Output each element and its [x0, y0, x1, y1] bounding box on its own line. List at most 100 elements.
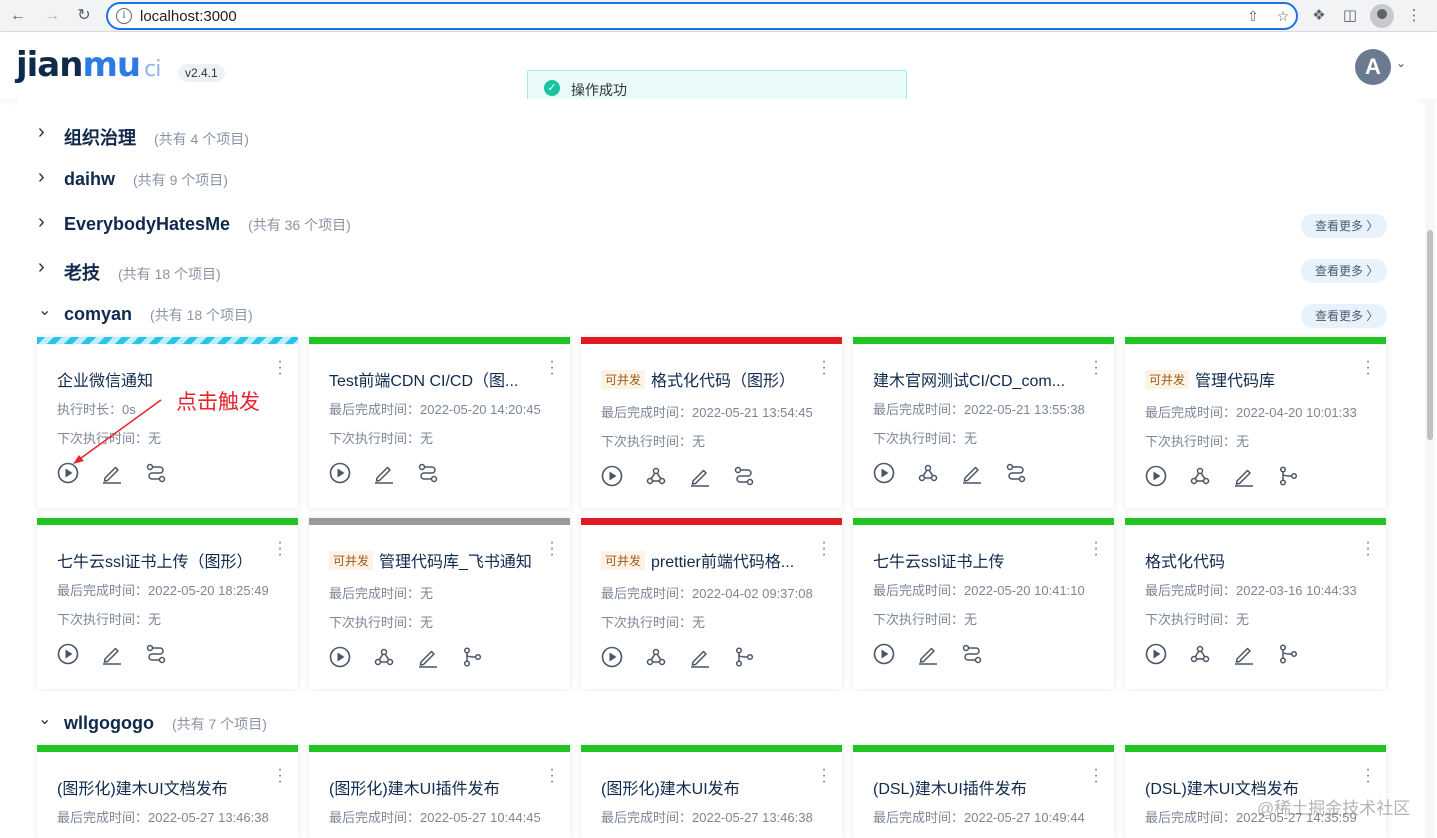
view-more-button[interactable]: 查看更多 〉 [1301, 259, 1387, 283]
webhook-icon[interactable] [373, 646, 395, 668]
card-title[interactable]: 可并发 prettier前端代码格... [601, 548, 811, 572]
pipeline-flow-icon[interactable] [145, 462, 167, 484]
card-title[interactable]: Test前端CDN CI/CD（图... [329, 367, 539, 391]
play-icon[interactable] [1145, 465, 1167, 487]
edit-icon[interactable] [689, 646, 711, 668]
webhook-icon[interactable] [645, 465, 667, 487]
git-branch-icon[interactable] [461, 646, 483, 668]
card-title[interactable]: (图形化)建木UI发布 [601, 775, 811, 799]
edit-icon[interactable] [101, 462, 123, 484]
webhook-icon[interactable] [917, 462, 939, 484]
webhook-icon[interactable] [1189, 465, 1211, 487]
play-icon[interactable] [57, 462, 79, 484]
card-title[interactable]: 建木官网测试CI/CD_com... [873, 367, 1083, 391]
more-options-icon[interactable]: · · · [1093, 762, 1099, 790]
play-icon[interactable] [601, 465, 623, 487]
git-branch-icon[interactable] [1277, 465, 1299, 487]
webhook-icon[interactable] [645, 646, 667, 668]
scrollbar-thumb[interactable] [1427, 230, 1433, 440]
card-title[interactable]: 格式化代码 [1145, 548, 1355, 572]
card-title[interactable]: (DSL)建木UI插件发布 [873, 775, 1083, 799]
more-options-icon[interactable]: · · · [277, 535, 283, 563]
jianmu-logo[interactable]: jianmu ci [16, 45, 161, 85]
project-card[interactable]: (DSL)建木UI文档发布 · · · 最后完成时间：2022-05-27 14:35:… [1125, 745, 1386, 838]
address-bar[interactable]: i localhost:3000 ⇧ ☆ [106, 2, 1298, 30]
card-title[interactable]: (图形化)建木UI文档发布 [57, 775, 267, 799]
avatar[interactable]: A [1355, 49, 1391, 85]
project-card[interactable]: 七牛云ssl证书上传 · · · 最后完成时间：2022-05-20 10:41:10 下… [853, 518, 1114, 689]
project-card[interactable]: 企业微信通知 · · · 执行时长：0s 下次执行时间：无 [37, 337, 298, 508]
play-icon[interactable] [1145, 643, 1167, 665]
view-more-button[interactable]: 查看更多 〉 [1301, 214, 1387, 238]
more-options-icon[interactable]: · · · [821, 762, 827, 790]
menu-dots-icon[interactable]: ⋮ [1403, 5, 1425, 27]
project-card[interactable]: (图形化)建木UI文档发布 · · · 最后完成时间：2022-05-27 13:46:… [37, 745, 298, 838]
project-card[interactable]: (图形化)建木UI发布 · · · 最后完成时间：2022-05-27 13:46:38 [581, 745, 842, 838]
group-name[interactable]: wllgogogo (共有 7 个项目) [64, 713, 267, 734]
side-panel-icon[interactable]: ◫ [1339, 5, 1361, 27]
play-icon[interactable] [601, 646, 623, 668]
more-options-icon[interactable]: · · · [1365, 535, 1371, 563]
pipeline-flow-icon[interactable] [145, 643, 167, 665]
group-row[interactable]: › EverybodyHatesMe (共有 36 个项目) 查看更多 〉 [38, 211, 1388, 240]
edit-icon[interactable] [417, 646, 439, 668]
card-title[interactable]: 可并发 管理代码库_飞书通知 [329, 548, 539, 572]
more-options-icon[interactable]: · · · [277, 354, 283, 382]
chevron-right-icon[interactable]: › [38, 121, 52, 144]
play-icon[interactable] [329, 462, 351, 484]
card-title[interactable]: 可并发 管理代码库 [1145, 367, 1355, 391]
card-title[interactable]: 七牛云ssl证书上传（图形） [57, 548, 267, 572]
forward-icon[interactable]: → [42, 6, 62, 26]
project-card[interactable]: 可并发 管理代码库 · · · 最后完成时间：2022-04-20 10:01:33 下次执… [1125, 337, 1386, 508]
group-row[interactable]: › daihw (共有 9 个项目) [38, 166, 1388, 195]
group-name[interactable]: comyan (共有 18 个项目) [64, 304, 253, 325]
project-card[interactable]: 可并发 prettier前端代码格... · · · 最后完成时间：2022-04-02 … [581, 518, 842, 689]
chevron-right-icon[interactable]: › [38, 256, 52, 279]
play-icon[interactable] [57, 643, 79, 665]
more-options-icon[interactable]: · · · [549, 535, 555, 563]
more-options-icon[interactable]: · · · [549, 762, 555, 790]
git-branch-icon[interactable] [1277, 643, 1299, 665]
reload-icon[interactable]: ↻ [74, 6, 94, 26]
group-name[interactable]: daihw (共有 9 个项目) [64, 169, 228, 190]
project-card[interactable]: Test前端CDN CI/CD（图... · · · 最后完成时间：2022-05-20… [309, 337, 570, 508]
chevron-down-icon[interactable]: ⌄ [1396, 56, 1406, 70]
chevron-down-icon[interactable]: ⌄ [38, 709, 52, 729]
card-title[interactable]: 七牛云ssl证书上传 [873, 548, 1083, 572]
view-more-button[interactable]: 查看更多 〉 [1301, 304, 1387, 328]
project-card[interactable]: 格式化代码 · · · 最后完成时间：2022-03-16 10:44:33 下次执行时间… [1125, 518, 1386, 689]
chevron-down-icon[interactable]: ⌄ [38, 300, 52, 320]
group-row[interactable]: ⌄ wllgogogo (共有 7 个项目) [38, 711, 1388, 739]
more-options-icon[interactable]: · · · [277, 762, 283, 790]
project-card[interactable]: 可并发 管理代码库_飞书通知 · · · 最后完成时间：无 下次执行时间：无 [309, 518, 570, 689]
play-icon[interactable] [329, 646, 351, 668]
group-name[interactable]: 组织治理 (共有 4 个项目) [64, 124, 249, 150]
info-icon[interactable]: i [116, 8, 132, 24]
share-icon[interactable]: ⇧ [1244, 7, 1262, 25]
edit-icon[interactable] [373, 462, 395, 484]
more-options-icon[interactable]: · · · [549, 354, 555, 382]
card-title[interactable]: 可并发 格式化代码（图形） [601, 367, 811, 391]
group-row[interactable]: › 组织治理 (共有 4 个项目) [38, 121, 1388, 150]
webhook-icon[interactable] [1189, 643, 1211, 665]
project-card[interactable]: 七牛云ssl证书上传（图形） · · · 最后完成时间：2022-05-20 18:25… [37, 518, 298, 689]
more-options-icon[interactable]: · · · [821, 535, 827, 563]
play-icon[interactable] [873, 462, 895, 484]
pipeline-flow-icon[interactable] [733, 465, 755, 487]
extensions-icon[interactable]: ❖ [1308, 5, 1330, 27]
group-row[interactable]: › 老技 (共有 18 个项目) 查看更多 〉 [38, 256, 1388, 285]
card-title[interactable]: (图形化)建木UI插件发布 [329, 775, 539, 799]
pipeline-flow-icon[interactable] [417, 462, 439, 484]
profile-icon[interactable] [1370, 4, 1394, 28]
project-card[interactable]: (DSL)建木UI插件发布 · · · 最后完成时间：2022-05-27 10:49:… [853, 745, 1114, 838]
more-options-icon[interactable]: · · · [821, 354, 827, 382]
more-options-icon[interactable]: · · · [1365, 762, 1371, 790]
more-options-icon[interactable]: · · · [1093, 535, 1099, 563]
pipeline-flow-icon[interactable] [1005, 462, 1027, 484]
group-name[interactable]: EverybodyHatesMe (共有 36 个项目) [64, 214, 351, 235]
project-card[interactable]: 可并发 格式化代码（图形） · · · 最后完成时间：2022-05-21 13:54:4… [581, 337, 842, 508]
scrollbar[interactable] [1425, 100, 1435, 838]
url-text[interactable]: localhost:3000 [140, 8, 237, 25]
project-card[interactable]: 建木官网测试CI/CD_com... · · · 最后完成时间：2022-05-21 1… [853, 337, 1114, 508]
project-card[interactable]: (图形化)建木UI插件发布 · · · 最后完成时间：2022-05-27 10:44:… [309, 745, 570, 838]
